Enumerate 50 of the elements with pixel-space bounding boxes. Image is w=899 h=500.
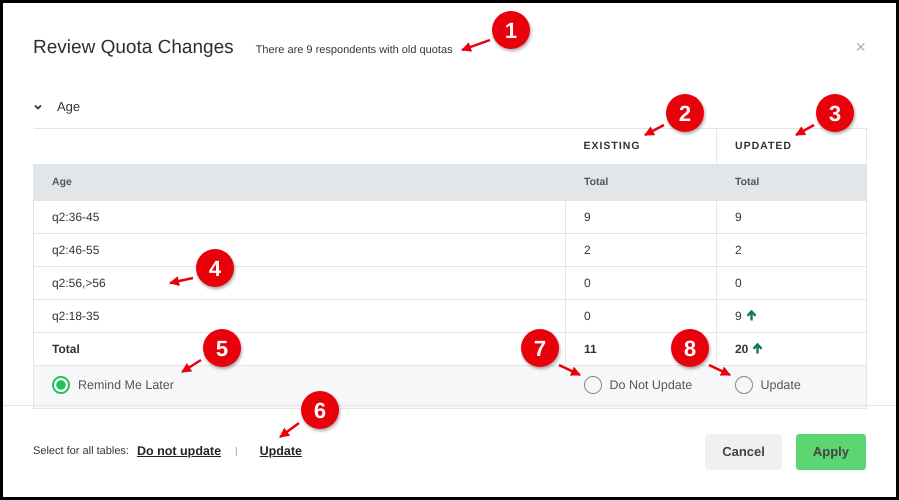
callout-arrow (644, 124, 665, 136)
callout-number: 1 (492, 11, 530, 49)
link[interactable]: Do not update (137, 442, 222, 461)
section-label: Age (57, 98, 80, 116)
table-cell: 9 (735, 210, 742, 224)
callout-number: 7 (521, 329, 559, 367)
callout-arrow (795, 124, 815, 136)
callout-number: 2 (666, 94, 704, 132)
column-header: Age (52, 176, 72, 188)
callout-number: 4 (196, 249, 234, 287)
apply-button[interactable]: Apply (796, 434, 866, 470)
table-cell: 0 (584, 309, 591, 324)
dialog-title: Review Quota Changes (33, 37, 234, 60)
row-label: q2:36-45 (52, 210, 100, 224)
table-cell: 2 (584, 243, 591, 258)
callout-arrow (461, 38, 490, 52)
table-cell: 0 (735, 276, 742, 290)
cancel-button[interactable]: Cancel (705, 434, 782, 470)
callout-number: 8 (671, 329, 709, 367)
callout-number: 6 (301, 391, 339, 429)
callout-arrow (558, 364, 581, 376)
radio-option[interactable]: Update (734, 376, 801, 394)
column-group-header: UPDATED (735, 140, 792, 152)
callout-arrow (181, 358, 202, 374)
row-label: q2:18-35 (52, 309, 100, 324)
column-group-header: EXISTING (584, 140, 641, 152)
radio-button[interactable] (52, 376, 70, 394)
callout-arrow (279, 422, 300, 438)
respondents-note: There are 9 respondents with old quotas (256, 43, 453, 58)
row-label: q2:46-55 (52, 243, 100, 258)
callout-arrow (169, 276, 194, 286)
link[interactable]: Update (260, 442, 302, 461)
table-cell: 0 (584, 276, 591, 290)
callout-number: 5 (203, 329, 241, 367)
radio-button[interactable] (584, 376, 602, 394)
total-label: Total (52, 342, 80, 356)
column-header: Total (735, 176, 760, 188)
table-cell: 20 (735, 342, 748, 356)
separator: | (235, 445, 238, 459)
row-label: q2:56,>56 (52, 276, 106, 290)
table-cell: 11 (584, 342, 597, 356)
radio-button[interactable] (734, 376, 752, 394)
radio-option[interactable]: Remind Me Later (52, 376, 174, 394)
callout-arrow (708, 364, 731, 376)
apply-all-label: Select for all tables: (33, 444, 129, 460)
column-header: Total (584, 176, 608, 188)
table-cell: 2 (735, 243, 742, 258)
callout-number: 3 (816, 94, 854, 132)
table-cell: 9 (735, 309, 742, 324)
table-cell: 9 (584, 210, 591, 224)
